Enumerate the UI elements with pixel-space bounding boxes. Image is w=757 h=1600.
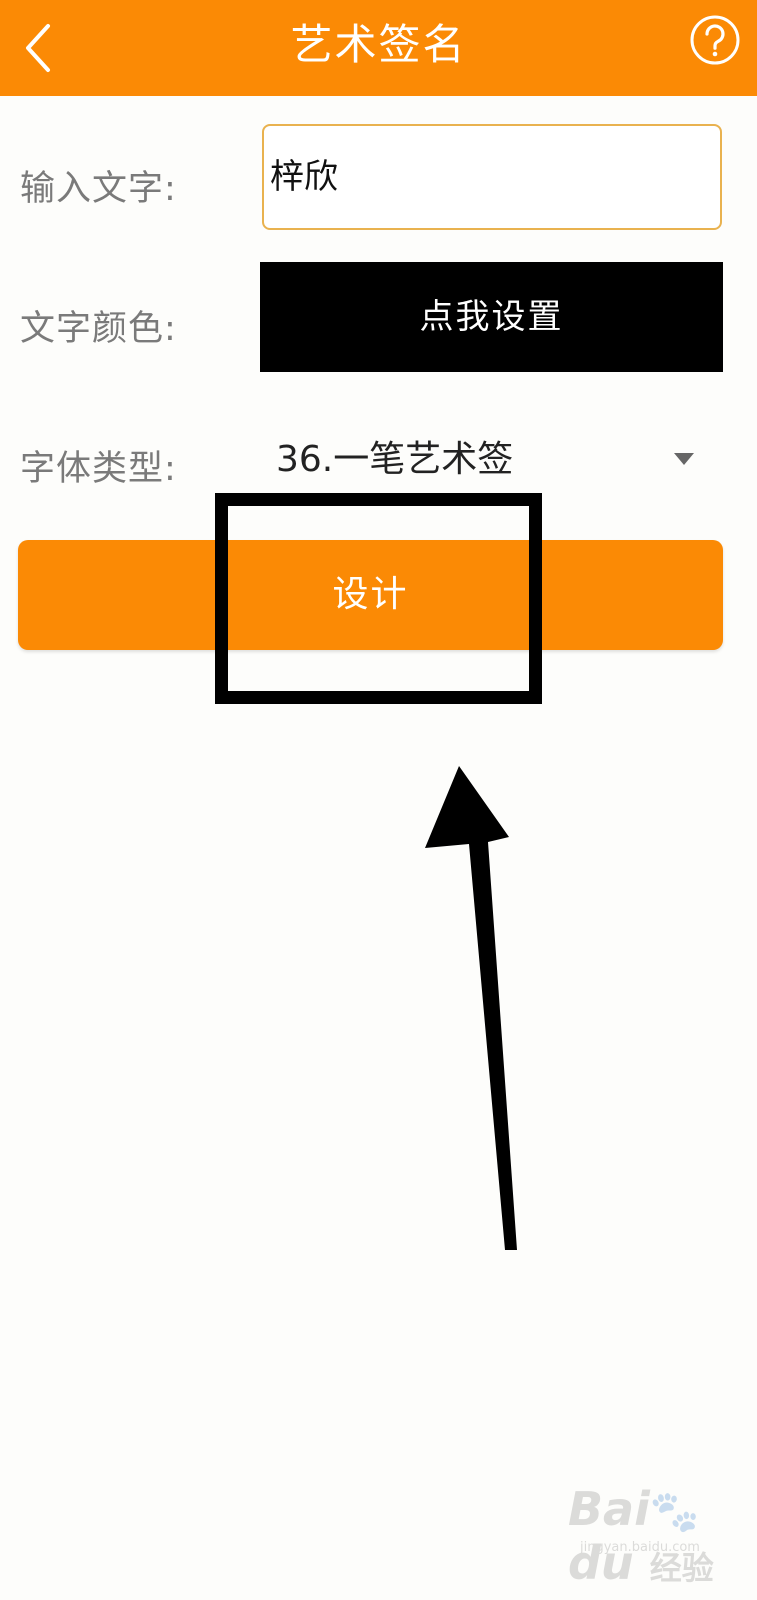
baidu-jingyan-watermark: Bai🐾du 经验 jingyan.baidu.com xyxy=(568,1482,738,1590)
design-button[interactable]: 设计 xyxy=(18,540,723,650)
watermark-url: jingyan.baidu.com xyxy=(580,1540,700,1555)
app-header: 艺术签名 xyxy=(0,0,757,96)
text-input[interactable]: 梓欣 xyxy=(262,124,722,230)
set-color-button[interactable]: 点我设置 xyxy=(260,262,723,372)
paw-icon: 🐾 xyxy=(649,1489,700,1535)
font-type-label: 字体类型: xyxy=(20,449,177,489)
help-button[interactable] xyxy=(687,12,743,68)
question-circle-icon xyxy=(690,15,740,65)
input-text-label: 输入文字: xyxy=(20,169,177,209)
dropdown-arrow-icon xyxy=(674,453,694,465)
page-title: 艺术签名 xyxy=(290,20,467,69)
text-color-label: 文字颜色: xyxy=(20,309,177,349)
font-type-select[interactable]: 36.一笔艺术签 xyxy=(262,420,722,500)
font-type-selected: 36.一笔艺术签 xyxy=(276,439,514,480)
pointer-arrow-icon xyxy=(425,766,517,1250)
watermark-logo: Bai🐾du 经验 xyxy=(568,1482,714,1590)
